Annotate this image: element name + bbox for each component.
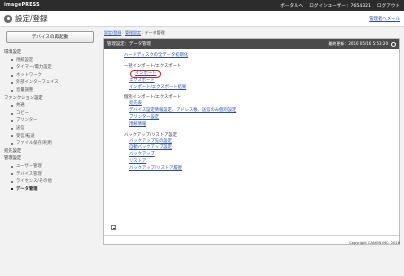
sidebar-section-destination[interactable]: 宛先設定 (3, 148, 100, 156)
bullet-icon (11, 82, 13, 85)
sidebar-item-data-management[interactable]: データ管理 (3, 186, 100, 194)
sidebar-item-label: ファイル保存/利用 (16, 141, 52, 147)
bullet-icon (11, 188, 13, 191)
page-title: 設定/登録 (15, 14, 48, 23)
sidebar-item-label: コピー (16, 110, 29, 116)
breadcrumb: 設定/登録: 管理設定: データ管理 (104, 30, 165, 35)
bullet-icon (11, 104, 13, 107)
bullet-icon (11, 135, 13, 138)
breadcrumb-settings[interactable]: 設定/登録 (104, 30, 121, 35)
sidebar-item-common[interactable]: 共通 (3, 102, 100, 110)
sidebar-item-label: 受信/転送 (16, 133, 35, 139)
hdd-initialize-link[interactable]: ハードディスクの全データ初期化 (124, 53, 399, 60)
breadcrumb-management[interactable]: 管理設定 (125, 30, 141, 35)
copyright: Copyright CANON INC. 2016 (349, 241, 400, 245)
sidebar-section-environment[interactable]: 環境設定 (3, 49, 100, 57)
sidebar-item-copy[interactable]: コピー (3, 110, 100, 118)
sidebar-item-file-storage[interactable]: ファイル保存/利用 (3, 140, 100, 148)
device-settings-link[interactable]: デバイス設定情報設定、アドレス帳、送信のみ個別設定 (124, 108, 399, 115)
sidebar-item-label: タイマー/電力設定 (16, 65, 52, 71)
bullet-icon (11, 180, 13, 183)
group-individual-label: 個別インポート/エクスポート (124, 95, 182, 101)
sidebar-item-interface[interactable]: 外部インターフェイス (3, 79, 100, 87)
bullet-icon (11, 120, 13, 123)
app-logo: imagePRESS (4, 3, 40, 8)
backup-link[interactable]: バックアップ (124, 152, 399, 159)
bullet-icon (11, 89, 13, 92)
page-top-icon[interactable] (111, 225, 116, 230)
sidebar-item-device-management[interactable]: デバイス管理 (3, 171, 100, 179)
sidebar-item-label: ライセンス/その他 (16, 179, 52, 185)
auto-backup-link[interactable]: 自動バックアップ設定 (124, 145, 399, 152)
sidebar-item-license[interactable]: ライセンス/その他 (3, 178, 100, 186)
sidebar-nav: 環境設定 用紙設定 タイマー/電力設定 ネットワーク 外部インターフェイス 音量… (3, 49, 100, 193)
bullet-icon (11, 74, 13, 77)
sidebar-item-volume[interactable]: 音量調整 (3, 87, 100, 95)
sidebar-item-user-management[interactable]: ユーザー管理 (3, 163, 100, 171)
sidebar-item-label: ネットワーク (16, 72, 42, 78)
top-bar: imagePRESS ポータルへ ログインユーザー：7654321 ログアウト (0, 0, 404, 11)
logout-link[interactable]: ログアウト (377, 3, 400, 9)
sidebar-item-label: 用紙設定 (16, 57, 34, 63)
bullet-icon (11, 173, 13, 176)
login-user: ログインユーザー：7654321 (309, 3, 371, 9)
group-backup-label: バックアップ/リストア設定 (124, 132, 178, 138)
bullet-icon (11, 59, 13, 62)
data-management-links: ハードディスクの全データ初期化 一括インポート/エクスポート インポート エクス… (104, 49, 399, 173)
sidebar-item-receive[interactable]: 受信/転送 (3, 133, 100, 141)
content-panel: 管理設定：データ管理 最終更新：2016 05/16 5:53:20 ハードディ… (103, 38, 400, 245)
sidebar-item-label: 外部インターフェイス (16, 80, 59, 86)
sidebar-item-label: ユーザー管理 (16, 163, 42, 169)
last-updated: 最終更新：2016 05/16 5:53:20 (328, 41, 388, 46)
import-export-results-link[interactable]: インポート/エクスポート結果 (124, 85, 399, 92)
sidebar: デバイスの再起動 環境設定 用紙設定 タイマー/電力設定 ネットワーク 外部イン… (0, 27, 100, 249)
sidebar-item-label: 送信 (16, 125, 25, 131)
panel-title: 管理設定：データ管理 (107, 42, 151, 47)
main-area: 設定/登録: 管理設定: データ管理 管理設定：データ管理 最終更新：2016 … (100, 27, 404, 249)
title-bar: 設定/登録 管理者へメール (0, 11, 404, 27)
login-user-label: ログインユーザー： (309, 3, 351, 9)
export-link[interactable]: エクスポート (124, 78, 399, 85)
import-link[interactable]: インポート (130, 69, 162, 78)
backup-history-link[interactable]: バックアップ/リストア履歴 (124, 166, 399, 173)
paper-info-link[interactable]: 用紙情報 (124, 122, 399, 129)
sidebar-item-label: 共通 (16, 103, 25, 109)
sidebar-item-paper[interactable]: 用紙設定 (3, 57, 100, 65)
sidebar-item-timer[interactable]: タイマー/電力設定 (3, 64, 100, 72)
sidebar-item-label: 音量調整 (16, 87, 34, 93)
restart-device-button[interactable]: デバイスの再起動 (6, 31, 94, 43)
panel-header: 管理設定：データ管理 最終更新：2016 05/16 5:53:20 (104, 39, 399, 49)
bullet-icon (11, 66, 13, 69)
sidebar-section-management[interactable]: 管理設定 (3, 155, 100, 163)
logo-prefix: image (4, 3, 22, 8)
sidebar-item-network[interactable]: ネットワーク (3, 72, 100, 80)
login-user-id: 7654321 (350, 3, 372, 9)
sidebar-section-function[interactable]: ファンクション設定 (3, 95, 100, 103)
printer-settings-link[interactable]: プリンター設定 (124, 115, 399, 122)
portal-link[interactable]: ポータルへ (280, 3, 303, 9)
bullet-icon (11, 127, 13, 130)
restore-link[interactable]: リストア (124, 159, 399, 166)
gear-icon (4, 14, 12, 23)
logo-main: PRESS (21, 3, 40, 8)
group-bulk-label: 一括インポート/エクスポート (124, 63, 182, 69)
sidebar-item-label: デバイス管理 (16, 171, 42, 177)
breadcrumb-current: データ管理 (144, 30, 165, 35)
sidebar-item-printer[interactable]: プリンター (3, 117, 100, 125)
mail-admin-link[interactable]: 管理者へメール (369, 16, 400, 22)
sidebar-item-label: データ管理 (16, 186, 38, 192)
sidebar-item-send[interactable]: 送信 (3, 125, 100, 133)
bullet-icon (11, 112, 13, 115)
refresh-icon[interactable] (391, 41, 396, 47)
sidebar-item-label: プリンター (16, 118, 38, 124)
bullet-icon (11, 142, 13, 145)
bullet-icon (11, 165, 13, 168)
